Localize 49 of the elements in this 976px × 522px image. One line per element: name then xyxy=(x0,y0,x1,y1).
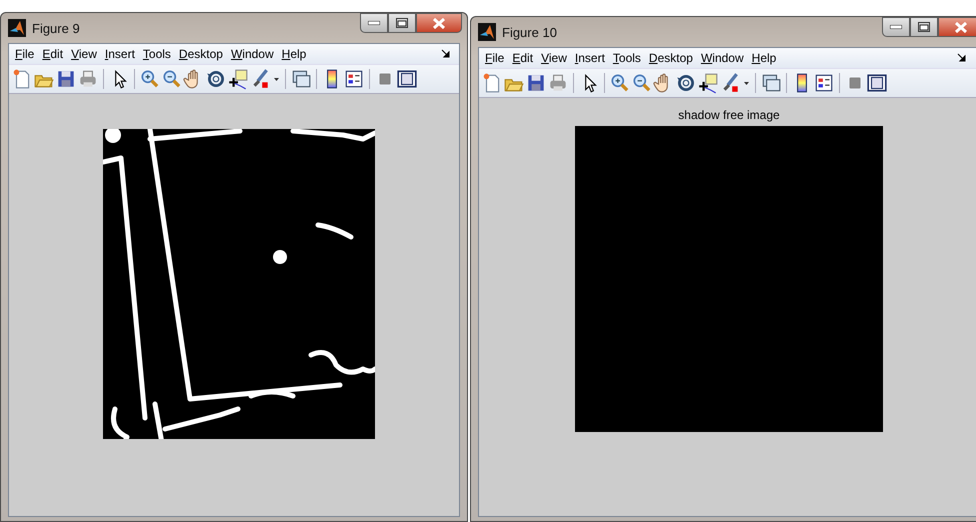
show-plot-tools-icon[interactable] xyxy=(396,68,418,90)
window-title: Figure 9 xyxy=(32,20,81,36)
menu-item[interactable]: Edit xyxy=(508,51,538,65)
zoom-in-icon[interactable] xyxy=(609,72,631,94)
close-button[interactable] xyxy=(416,13,462,33)
maximize-icon xyxy=(396,18,408,28)
maximize-icon xyxy=(918,22,930,32)
zoom-out-icon[interactable] xyxy=(161,68,183,90)
menu-item[interactable]: File xyxy=(11,47,38,61)
dock-arrow-icon[interactable] xyxy=(441,49,451,59)
menu-item[interactable]: Help xyxy=(278,47,310,61)
minimize-button[interactable] xyxy=(882,17,910,37)
close-button[interactable] xyxy=(938,17,976,37)
minimize-button[interactable] xyxy=(360,13,388,33)
logo-icon xyxy=(8,19,26,37)
dock-arrow-icon[interactable] xyxy=(957,53,967,63)
axes-title: shadow free image xyxy=(677,108,781,122)
menu-item[interactable]: Desktop xyxy=(174,47,227,61)
rotate-icon[interactable] xyxy=(675,72,697,94)
rotate-icon[interactable] xyxy=(205,68,227,90)
zoom-in-icon[interactable] xyxy=(139,68,161,90)
maximize-button[interactable] xyxy=(388,13,416,33)
data-cursor-icon[interactable] xyxy=(227,68,249,90)
menu-item[interactable]: Tools xyxy=(138,47,175,61)
data-cursor-icon[interactable] xyxy=(697,72,719,94)
menu-item[interactable]: Edit xyxy=(38,47,68,61)
menu-item[interactable]: Desktop xyxy=(644,51,697,65)
window-title: Figure 10 xyxy=(502,24,558,40)
menu-item[interactable]: Tools xyxy=(608,51,645,65)
menu-item[interactable]: Insert xyxy=(570,51,609,65)
menu-item[interactable]: Help xyxy=(748,51,780,65)
legend-icon[interactable] xyxy=(813,72,835,94)
menu-item[interactable]: View xyxy=(537,51,571,65)
show-plot-tools-icon[interactable] xyxy=(866,72,888,94)
menu-item[interactable]: Window xyxy=(696,51,748,65)
legend-icon[interactable] xyxy=(343,68,365,90)
zoom-out-icon[interactable] xyxy=(631,72,653,94)
close-icon xyxy=(433,18,445,28)
linked-windows-icon[interactable] xyxy=(760,72,782,94)
close-icon xyxy=(955,22,967,32)
maximize-button[interactable] xyxy=(910,17,938,37)
menu-item[interactable]: Insert xyxy=(100,47,139,61)
minimize-icon xyxy=(368,21,380,25)
minimize-icon xyxy=(890,25,902,29)
menu-item[interactable]: View xyxy=(67,47,101,61)
linked-windows-icon[interactable] xyxy=(290,68,312,90)
menu-item[interactable]: Window xyxy=(226,47,278,61)
menu-item[interactable]: File xyxy=(481,51,508,65)
logo-icon xyxy=(478,23,496,41)
